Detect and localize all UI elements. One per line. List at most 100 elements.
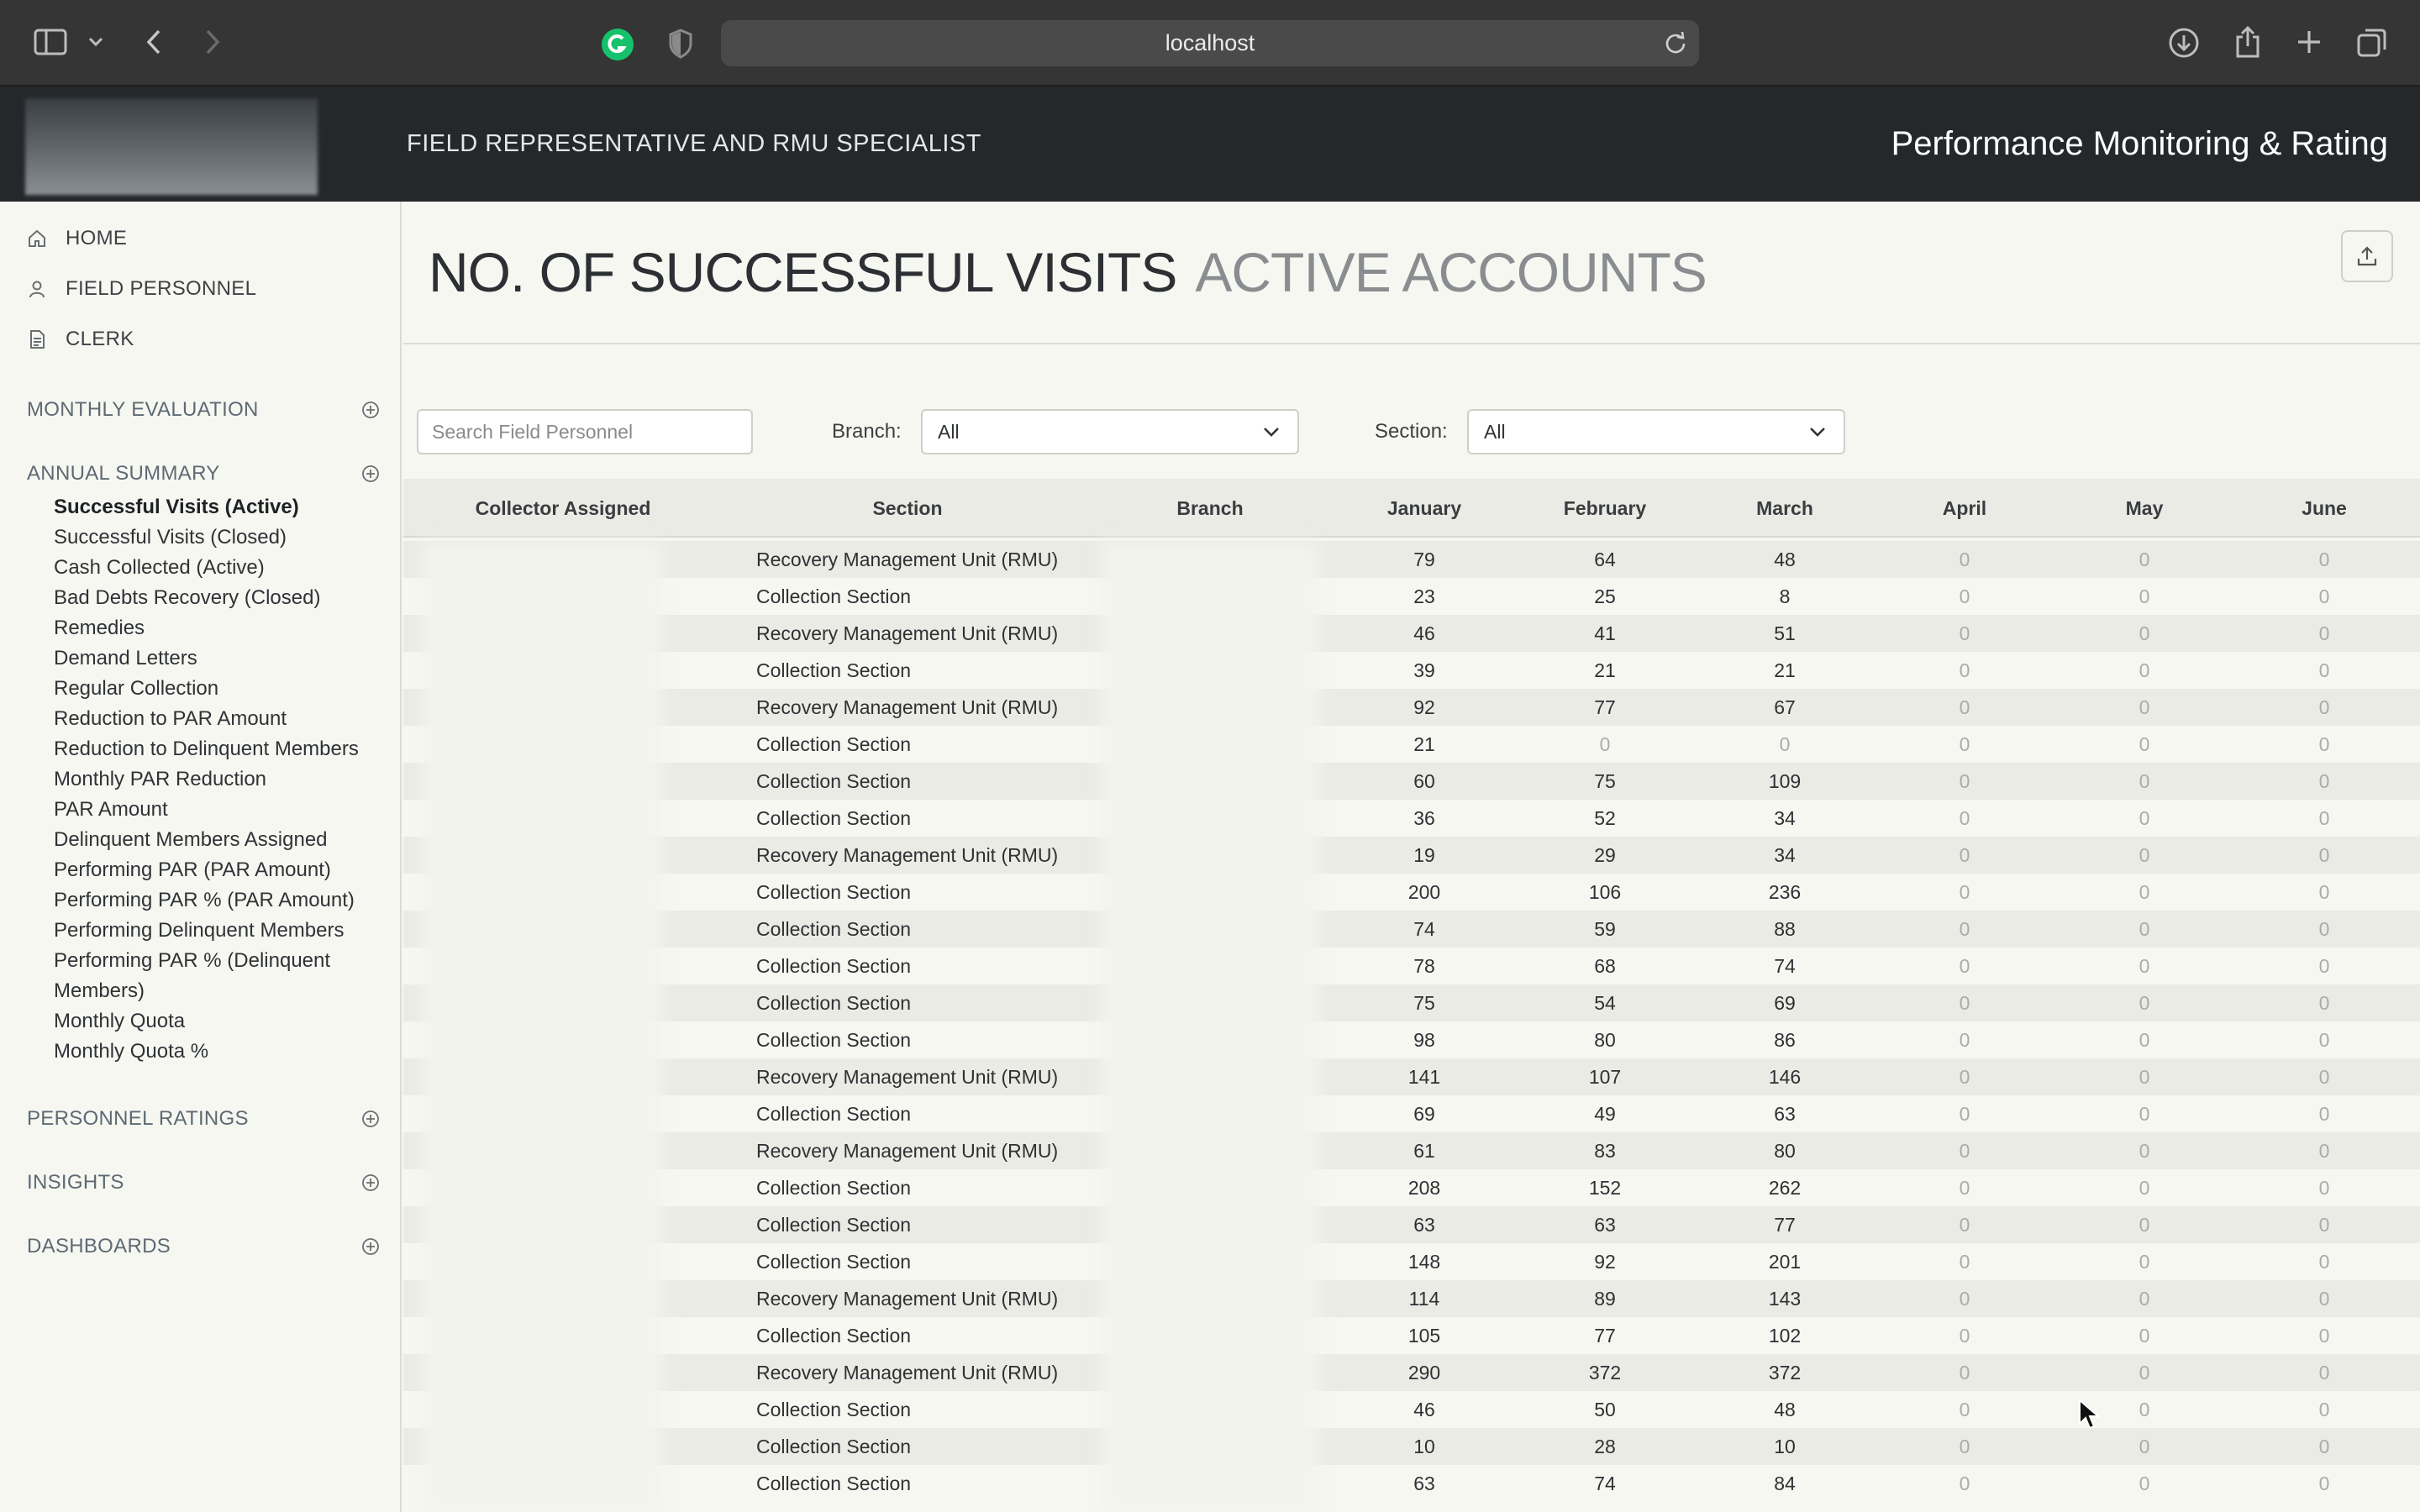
sidebar-item-bad-debts-recovery[interactable]: Bad Debts Recovery (Closed): [54, 583, 390, 613]
table-row[interactable]: Collection Section 78 68 74 0 0 0: [403, 948, 2420, 984]
expand-plus-icon[interactable]: [361, 401, 380, 419]
col-collector-assigned[interactable]: Collector Assigned: [454, 479, 672, 538]
table-row[interactable]: Collection Section 23 25 8 0 0 0: [403, 578, 2420, 615]
sidebar-item-performing-delinquent[interactable]: Performing Delinquent Members: [54, 916, 390, 946]
col-may[interactable]: May: [2086, 479, 2203, 538]
table-row[interactable]: Collection Section 36 52 34 0 0 0: [403, 800, 2420, 837]
section-insights[interactable]: INSIGHTS: [27, 1168, 380, 1198]
table-row[interactable]: Collection Section 39 21 21 0 0 0: [403, 652, 2420, 689]
section-annual-summary[interactable]: ANNUAL SUMMARY: [27, 459, 380, 489]
new-tab-icon[interactable]: [2292, 25, 2326, 59]
cell-month-value: 41: [1594, 622, 1616, 644]
privacy-shield-icon[interactable]: [664, 27, 697, 60]
col-june[interactable]: June: [2265, 479, 2383, 538]
cell-month-value: 0: [1959, 622, 1970, 644]
sidebar-item-demand-letters[interactable]: Demand Letters: [54, 643, 390, 674]
table-row[interactable]: Collection Section 208 152 262 0 0 0: [403, 1169, 2420, 1206]
expand-plus-icon[interactable]: [361, 1173, 380, 1192]
cell-month-value: 0: [2139, 1399, 2150, 1420]
back-icon[interactable]: [139, 25, 168, 59]
section-monthly-evaluation[interactable]: MONTHLY EVALUATION: [27, 395, 380, 425]
address-bar[interactable]: localhost: [721, 20, 1699, 66]
col-april[interactable]: April: [1906, 479, 2023, 538]
table-row[interactable]: Collection Section 10 28 10 0 0 0: [403, 1428, 2420, 1465]
cell-month-value: 0: [1959, 807, 1970, 829]
table-row[interactable]: Collection Section 148 92 201 0 0 0: [403, 1243, 2420, 1280]
cell-month-value: 0: [2139, 1214, 2150, 1236]
sidebar-item-performing-par[interactable]: Performing PAR (PAR Amount): [54, 855, 390, 885]
table-row[interactable]: Collection Section 75 54 69 0 0 0: [403, 984, 2420, 1021]
expand-plus-icon[interactable]: [361, 465, 380, 483]
cell-month-value: 0: [2318, 585, 2330, 607]
table-row[interactable]: Collection Section 105 77 102 0 0 0: [403, 1317, 2420, 1354]
table-row[interactable]: Recovery Management Unit (RMU) 114 89 143 0 0…: [403, 1280, 2420, 1317]
col-february[interactable]: February: [1546, 479, 1664, 538]
table-row[interactable]: Collection Section 60 75 109 0 0 0: [403, 763, 2420, 800]
cell-month-value: 75: [1413, 992, 1435, 1014]
sidebar-item-monthly-quota[interactable]: Monthly Quota: [54, 1006, 390, 1037]
nav-clerk[interactable]: CLERK: [27, 323, 134, 356]
table-header: Collector Assigned Section Branch Januar…: [403, 479, 2420, 538]
search-input[interactable]: [417, 409, 753, 454]
table-row[interactable]: Recovery Management Unit (RMU) 46 41 51 0 0 0: [403, 615, 2420, 652]
table-row[interactable]: Collection Section 74 59 88 0 0 0: [403, 911, 2420, 948]
col-january[interactable]: January: [1365, 479, 1483, 538]
col-branch[interactable]: Branch: [1092, 479, 1328, 538]
sidebar-item-delinquent-members-assigned[interactable]: Delinquent Members Assigned: [54, 825, 390, 855]
table-row[interactable]: Collection Section 21 0 0 0 0 0: [403, 726, 2420, 763]
tabs-overview-icon[interactable]: [2354, 25, 2390, 60]
table-row[interactable]: Collection Section 63 74 84 0 0 0: [403, 1465, 2420, 1502]
table-row[interactable]: Collection Section 98 80 86 0 0 0: [403, 1021, 2420, 1058]
expand-plus-icon[interactable]: [361, 1110, 380, 1128]
download-icon[interactable]: [2166, 25, 2202, 60]
sidebar-item-cash-collected-active[interactable]: Cash Collected (Active): [54, 553, 390, 583]
sidebar-item-par-amount[interactable]: PAR Amount: [54, 795, 390, 825]
cell-month-value: 75: [1594, 770, 1616, 792]
section-select-value: All: [1484, 420, 1506, 443]
table-row[interactable]: Collection Section 69 49 63 0 0 0: [403, 1095, 2420, 1132]
section-personnel-ratings[interactable]: PERSONNEL RATINGS: [27, 1104, 380, 1134]
cell-month-value: 74: [1774, 955, 1796, 977]
sidebar-item-monthly-quota-pct[interactable]: Monthly Quota %: [54, 1037, 390, 1067]
section-dashboards[interactable]: DASHBOARDS: [27, 1231, 380, 1262]
export-button[interactable]: [2341, 230, 2393, 282]
sidebar-item-performing-par-pct-delinquent-cont[interactable]: Members): [54, 976, 390, 1006]
table-row[interactable]: Collection Section 200 106 236 0 0 0: [403, 874, 2420, 911]
table-row[interactable]: Collection Section 63 63 77 0 0 0: [403, 1206, 2420, 1243]
sidebar-item-performing-par-pct[interactable]: Performing PAR % (PAR Amount): [54, 885, 390, 916]
main-content: NO. OF SUCCESSFUL VISITS ACTIVE ACCOUNTS…: [403, 202, 2420, 1512]
table-row[interactable]: Recovery Management Unit (RMU) 141 107 146 0…: [403, 1058, 2420, 1095]
table-row[interactable]: Recovery Management Unit (RMU) 79 64 48 0 0 0: [403, 541, 2420, 578]
sidebar-item-remedies[interactable]: Remedies: [54, 613, 390, 643]
table-row[interactable]: Collection Section 46 50 48 0 0 0: [403, 1391, 2420, 1428]
expand-plus-icon[interactable]: [361, 1237, 380, 1256]
browser-toolbar: localhost: [0, 0, 2420, 87]
table-row[interactable]: Recovery Management Unit (RMU) 92 77 67 0 0 0: [403, 689, 2420, 726]
sidebar-item-successful-visits-closed[interactable]: Successful Visits (Closed): [54, 522, 390, 553]
logo[interactable]: [25, 98, 318, 195]
app-title: Performance Monitoring & Rating: [1891, 125, 2388, 162]
table-row[interactable]: Recovery Management Unit (RMU) 61 83 80 0 0 0: [403, 1132, 2420, 1169]
sidebar-item-reduction-delinquent[interactable]: Reduction to Delinquent Members: [54, 734, 390, 764]
sidebar-item-performing-par-pct-delinquent[interactable]: Performing PAR % (Delinquent: [54, 946, 390, 976]
col-march[interactable]: March: [1726, 479, 1844, 538]
nav-home[interactable]: HOME: [27, 222, 127, 255]
nav-field-personnel[interactable]: FIELD PERSONNEL: [27, 272, 256, 306]
cell-month-value: 74: [1413, 918, 1435, 940]
share-icon[interactable]: [2230, 24, 2265, 60]
section-select[interactable]: All: [1467, 409, 1845, 454]
grammarly-icon[interactable]: [600, 27, 635, 62]
reload-icon[interactable]: [1664, 31, 1687, 55]
sidebar-item-monthly-par-reduction[interactable]: Monthly PAR Reduction: [54, 764, 390, 795]
sidebar-item-regular-collection[interactable]: Regular Collection: [54, 674, 390, 704]
forward-icon[interactable]: [198, 25, 227, 59]
table-row[interactable]: Recovery Management Unit (RMU) 290 372 372 0…: [403, 1354, 2420, 1391]
sidebar-toggle-icon[interactable]: [32, 25, 69, 59]
sidebar-item-successful-visits-active[interactable]: Successful Visits (Active): [54, 492, 390, 522]
chevron-down-icon[interactable]: [86, 30, 106, 54]
cell-month-value: 0: [2139, 585, 2150, 607]
col-section[interactable]: Section: [756, 479, 1059, 538]
sidebar-item-reduction-par-amount[interactable]: Reduction to PAR Amount: [54, 704, 390, 734]
branch-select[interactable]: All: [921, 409, 1299, 454]
table-row[interactable]: Recovery Management Unit (RMU) 19 29 34 0 0 0: [403, 837, 2420, 874]
